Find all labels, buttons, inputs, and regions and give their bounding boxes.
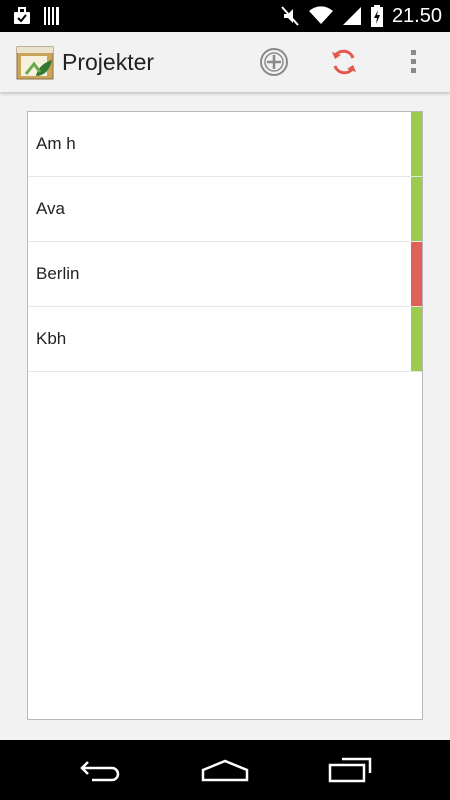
- list-item[interactable]: Berlin: [28, 242, 422, 307]
- project-name: Am h: [36, 134, 76, 153]
- project-list: Am h Ava Berlin Kbh: [27, 111, 423, 720]
- overflow-menu-button[interactable]: [394, 42, 434, 82]
- battery-charging-icon: [370, 5, 383, 27]
- wifi-icon: [308, 6, 333, 24]
- refresh-button[interactable]: [324, 42, 364, 82]
- mute-icon: [281, 6, 299, 26]
- page-title: Projekter: [62, 49, 155, 75]
- list-item[interactable]: Kbh: [28, 307, 422, 372]
- barcode-icon: [44, 7, 59, 25]
- project-name: Berlin: [36, 264, 80, 283]
- action-bar: Projekter: [0, 32, 450, 92]
- home-button[interactable]: [195, 752, 255, 788]
- clock: 21.50: [391, 5, 442, 27]
- signal-icon: [342, 7, 361, 25]
- back-button[interactable]: [70, 752, 130, 788]
- recents-button[interactable]: [320, 752, 380, 788]
- back-icon: [80, 761, 120, 782]
- navigation-bar: [0, 740, 450, 800]
- list-item[interactable]: Am h: [28, 112, 422, 177]
- recents-icon: [328, 757, 372, 783]
- reporter-app-icon[interactable]: [16, 44, 54, 80]
- briefcase-check-icon: [14, 7, 30, 24]
- home-icon: [201, 759, 249, 782]
- add-project-button[interactable]: [254, 42, 294, 82]
- overflow-menu-icon: [411, 50, 416, 73]
- project-name: Ava: [36, 199, 65, 218]
- status-indicator: [411, 242, 422, 306]
- add-circle-icon: [260, 48, 288, 76]
- status-indicator: [411, 307, 422, 371]
- status-indicator: [411, 112, 422, 176]
- status-bar: 21.50: [0, 0, 450, 32]
- status-indicator: [411, 177, 422, 241]
- refresh-icon: [332, 49, 356, 75]
- list-item[interactable]: Ava: [28, 177, 422, 242]
- project-name: Kbh: [36, 329, 67, 348]
